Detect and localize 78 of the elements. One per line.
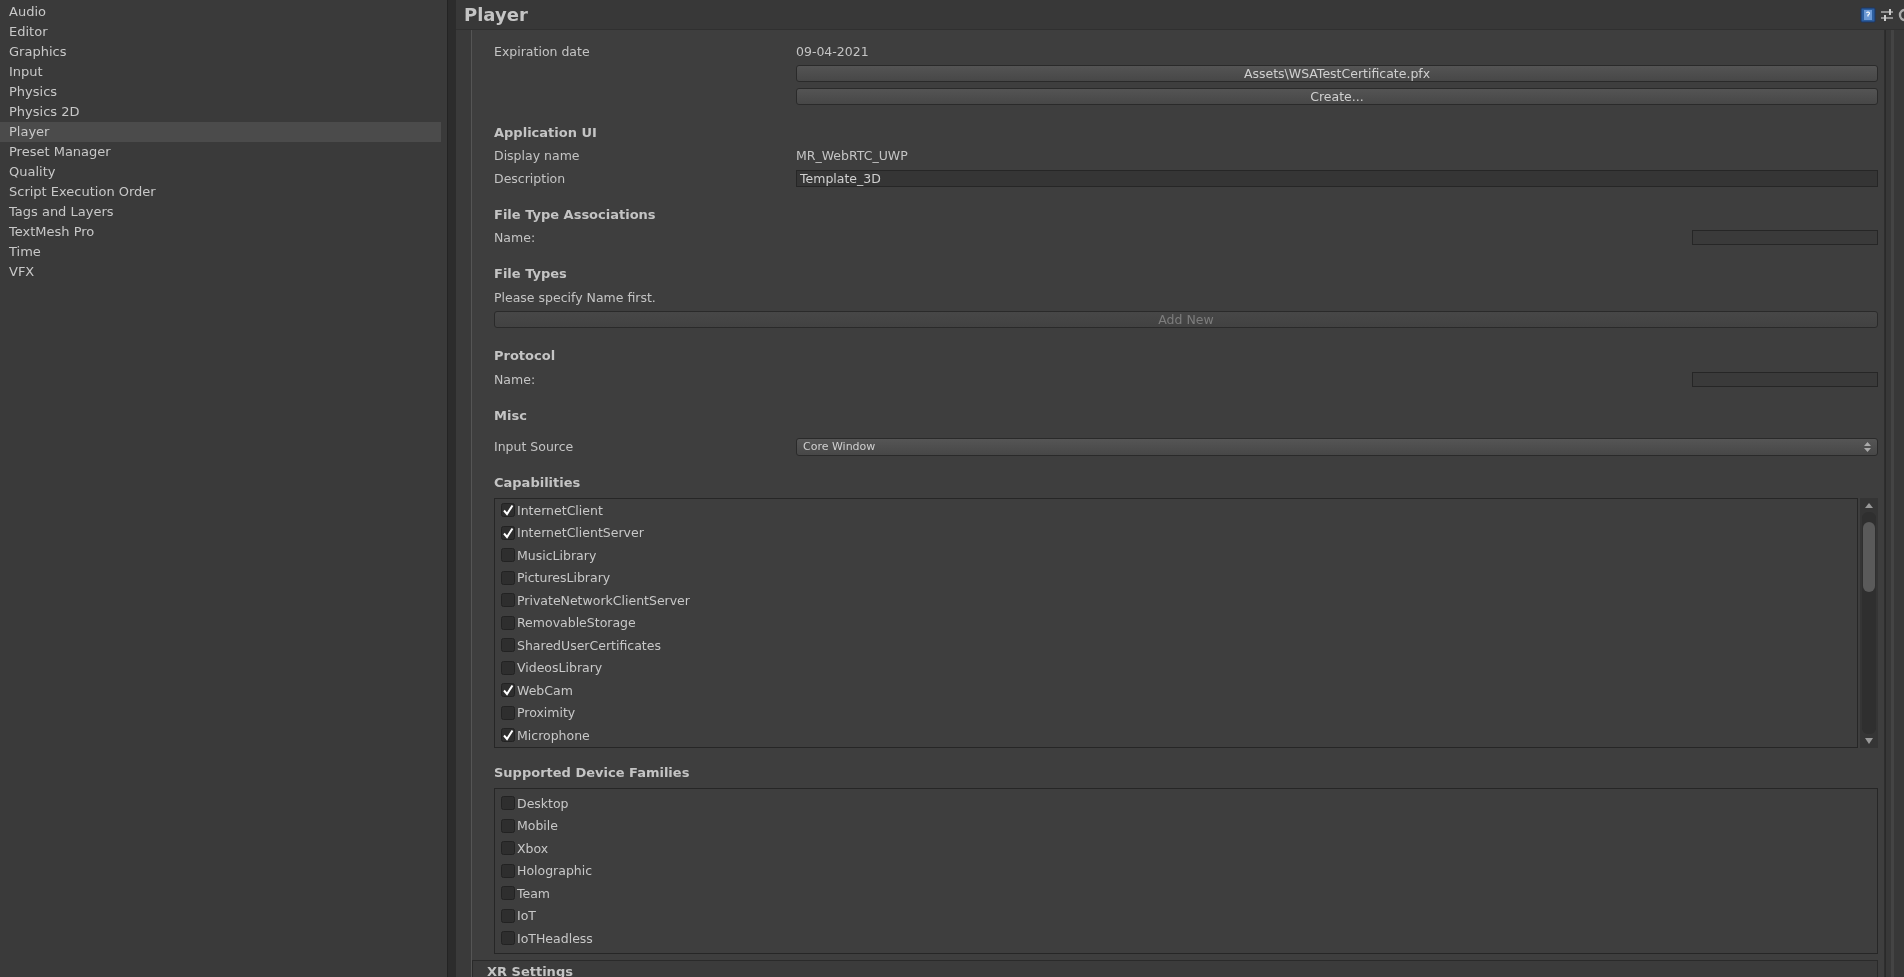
checkbox[interactable]: [501, 570, 515, 585]
checkbox[interactable]: [501, 548, 515, 563]
checkbox[interactable]: [501, 660, 515, 675]
checkbox-label[interactable]: InternetClient: [517, 502, 603, 518]
field-label: Input Source: [494, 439, 575, 455]
sidebar-item[interactable]: Physics 2D: [0, 102, 441, 122]
checkbox-label[interactable]: PrivateNetworkClientServer: [517, 592, 690, 608]
checkbox[interactable]: [501, 615, 515, 630]
sidebar-item[interactable]: Time: [0, 242, 441, 262]
checkbox[interactable]: [501, 818, 515, 833]
description-field[interactable]: Template_3D: [796, 169, 1878, 187]
section-heading: Misc: [494, 406, 528, 425]
checkbox[interactable]: [501, 638, 515, 653]
checkbox-label[interactable]: PicturesLibrary: [517, 570, 611, 586]
sidebar-item[interactable]: Script Execution Order: [0, 182, 441, 202]
section-heading: Capabilities: [494, 474, 582, 492]
name-field[interactable]: [1692, 371, 1878, 387]
checkbox-label[interactable]: Holographic: [517, 863, 593, 879]
name-field[interactable]: [1692, 230, 1878, 246]
section-heading: Protocol: [494, 347, 557, 365]
checkbox-label[interactable]: MusicLibrary: [517, 547, 597, 563]
dropdown-arrow-icon: [1864, 441, 1871, 452]
sidebar-item[interactable]: Graphics: [0, 42, 441, 62]
checkbox[interactable]: [501, 525, 515, 540]
scrollbar[interactable]: [1860, 498, 1878, 748]
sidebar-item[interactable]: Preset Manager: [0, 142, 441, 162]
field-value: MR_WebRTC_UWP: [796, 148, 909, 164]
checkbox[interactable]: [501, 796, 515, 811]
sidebar-item[interactable]: Physics: [0, 82, 441, 102]
checkbox-label[interactable]: Mobile: [517, 818, 558, 834]
field-label: Name:: [494, 371, 536, 387]
checkbox-label[interactable]: Xbox: [517, 840, 549, 856]
input-source-dropdown[interactable]: Core Window: [796, 437, 1878, 456]
sidebar-item[interactable]: Audio: [0, 2, 441, 22]
checkbox-label[interactable]: IoTHeadless: [517, 930, 593, 946]
checkbox[interactable]: [501, 863, 515, 878]
checkbox-label[interactable]: VideosLibrary: [517, 660, 603, 676]
checkbox-label[interactable]: SharedUserCertificates: [517, 637, 661, 653]
checkbox[interactable]: [501, 931, 515, 946]
checkbox[interactable]: [501, 728, 515, 743]
sidebar-item[interactable]: Tags and Layers: [0, 202, 441, 222]
checkbox-label[interactable]: InternetClientServer: [517, 525, 644, 541]
field-label: Expiration date: [494, 43, 591, 59]
sidebar-item[interactable]: Quality: [0, 162, 441, 182]
checkbox[interactable]: [501, 841, 515, 856]
section-heading: Supported Device Families: [494, 764, 691, 782]
section-heading: File Types: [494, 265, 568, 283]
checkbox[interactable]: [501, 683, 515, 698]
sidebar-item[interactable]: VFX: [0, 262, 441, 282]
panel-title: Player: [464, 4, 529, 25]
checkbox-label[interactable]: WebCam: [517, 682, 573, 698]
sidebar-item[interactable]: Player: [0, 122, 441, 142]
section-heading: Application UI: [494, 123, 598, 142]
checkbox-label[interactable]: IoT: [517, 908, 536, 924]
help-book-icon[interactable]: [1860, 6, 1876, 23]
field-label: Display name: [494, 148, 581, 164]
checkbox[interactable]: [501, 503, 515, 518]
field-label: Description: [494, 170, 567, 186]
checkbox-label[interactable]: Microphone: [517, 727, 590, 743]
checkbox-label[interactable]: Desktop: [517, 795, 569, 811]
checkbox-label[interactable]: RemovableStorage: [517, 615, 636, 631]
checkbox-label[interactable]: Team: [517, 885, 551, 901]
field-label: Name:: [494, 230, 536, 246]
checkbox[interactable]: [501, 908, 515, 923]
checkbox[interactable]: [501, 705, 515, 720]
checkbox-label[interactable]: Proximity: [517, 705, 576, 721]
checkbox[interactable]: [501, 886, 515, 901]
checkbox[interactable]: [501, 593, 515, 608]
sliders-icon[interactable]: [1880, 6, 1894, 23]
certificate-button[interactable]: Create...: [796, 87, 1878, 105]
sidebar-item[interactable]: Editor: [0, 22, 441, 42]
certificate-button[interactable]: Assets\WSATestCertificate.pfx: [796, 65, 1878, 83]
field-value: 09-04-2021: [796, 43, 870, 59]
sidebar-item[interactable]: TextMesh Pro: [0, 222, 441, 242]
section-heading: File Type Associations: [494, 205, 657, 224]
hint-text: Please specify Name first.: [494, 289, 656, 305]
sidebar-item[interactable]: Input: [0, 62, 441, 82]
gear-icon[interactable]: [1898, 6, 1904, 23]
